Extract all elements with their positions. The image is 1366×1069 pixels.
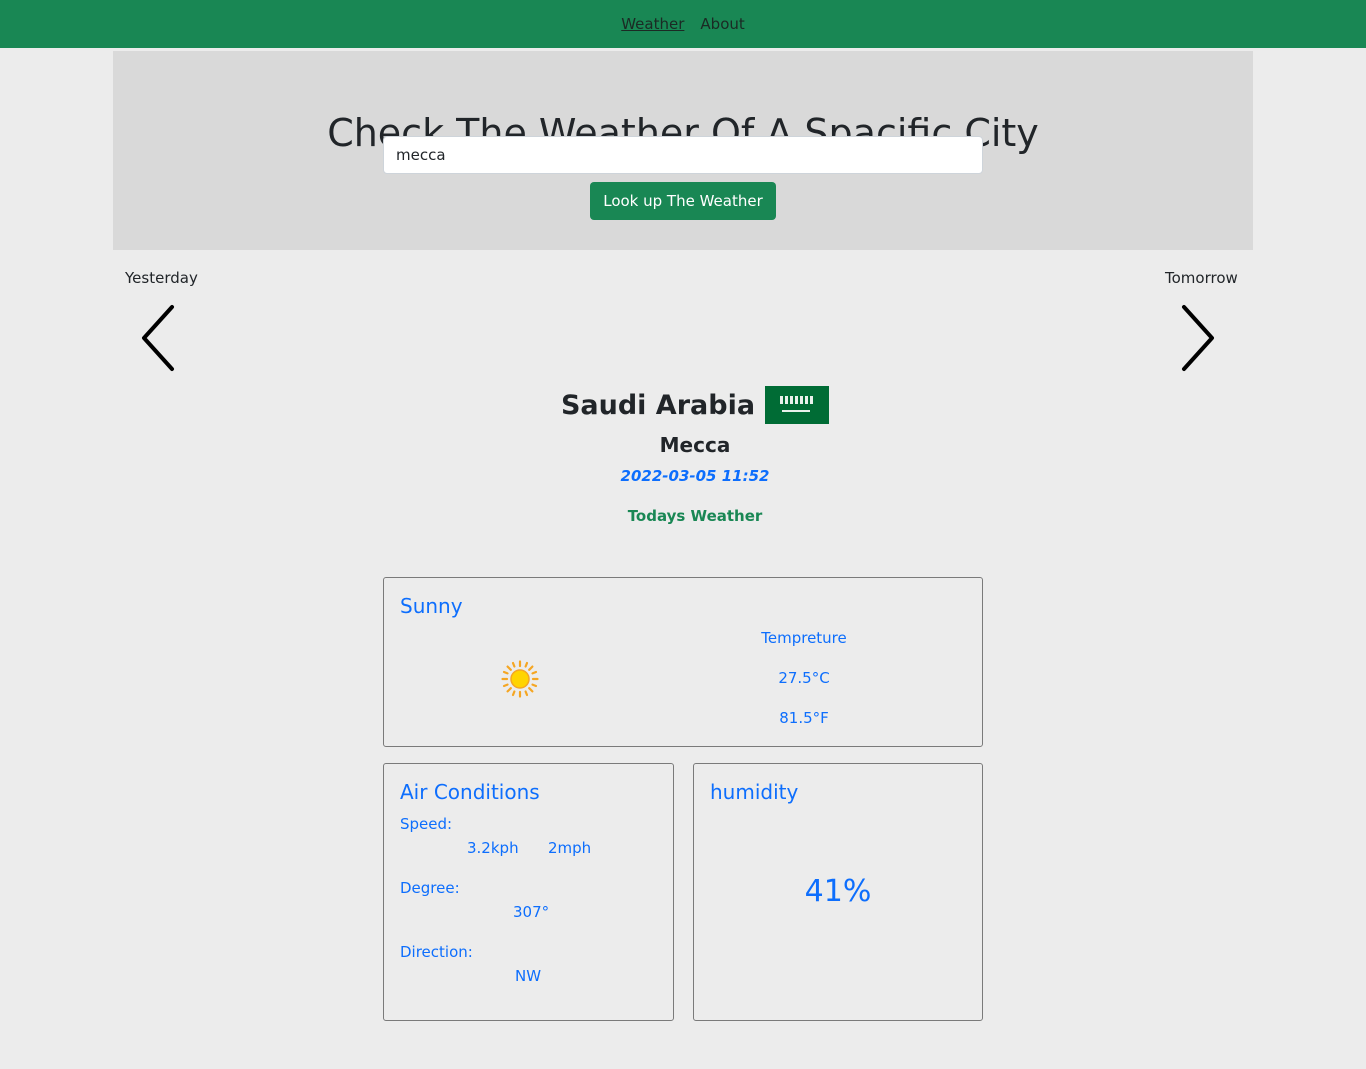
chevron-left-icon[interactable] <box>139 304 179 372</box>
top-navbar: Weather About <box>0 0 1366 48</box>
wind-direction-label: Direction: <box>400 943 473 961</box>
humidity-card: humidity 41% <box>693 763 983 1021</box>
lookup-weather-button[interactable]: Look up The Weather <box>590 182 776 220</box>
condition-title: Sunny <box>400 594 463 618</box>
yesterday-label: Yesterday <box>125 269 198 287</box>
wind-speed-label: Speed: <box>400 815 453 833</box>
city-search-input[interactable] <box>383 136 983 174</box>
nav-link-about[interactable]: About <box>700 15 744 33</box>
temperature-celsius: 27.5°C <box>778 669 830 687</box>
air-conditions-title: Air Conditions <box>400 780 540 804</box>
wind-speed-kph: 3.2kph <box>467 839 519 857</box>
condition-card: Sunny Tempreture 27.5°C 81.5°F <box>383 577 983 747</box>
search-hero: Check The Weather Of A Spacific City Loo… <box>113 51 1253 250</box>
humidity-value: 41% <box>804 874 872 909</box>
wind-speed-mph: 2mph <box>548 839 592 857</box>
air-conditions-card: Air Conditions Speed: 3.2kph 2mph Degree… <box>383 763 674 1021</box>
chevron-right-icon[interactable] <box>1177 304 1217 372</box>
todays-weather-heading: Todays Weather <box>627 507 763 525</box>
sun-icon <box>501 660 539 698</box>
country-name: Saudi Arabia <box>560 389 756 421</box>
humidity-title: humidity <box>710 780 799 804</box>
wind-degree-value: 307° <box>513 903 550 921</box>
wind-degree-label: Degree: <box>400 879 460 897</box>
nav-link-weather[interactable]: Weather <box>621 15 684 33</box>
temperature-label: Tempreture <box>761 629 847 647</box>
wind-direction-value: NW <box>515 967 542 985</box>
saudi-arabia-flag-icon <box>765 386 830 424</box>
city-name: Mecca <box>659 433 731 457</box>
country-row: Saudi Arabia <box>12 386 1366 424</box>
tomorrow-label: Tomorrow <box>1165 269 1238 287</box>
local-datetime: 2022-03-05 11:52 <box>620 467 770 485</box>
temperature-fahrenheit: 81.5°F <box>779 709 829 727</box>
